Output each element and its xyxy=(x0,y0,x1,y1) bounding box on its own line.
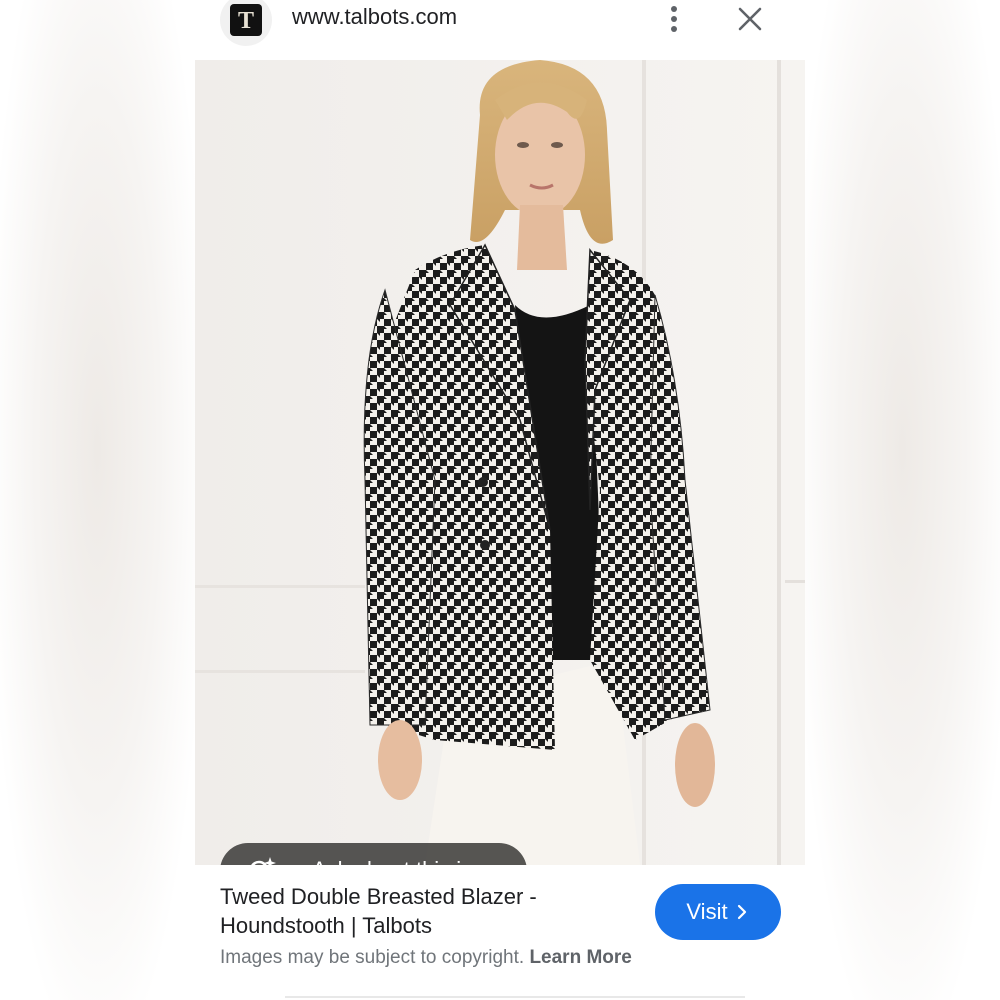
ask-about-image-label: Ask about this image xyxy=(312,857,516,865)
source-domain[interactable]: www.talbots.com xyxy=(292,4,457,30)
result-title-line-2: Houndstooth | Talbots xyxy=(220,913,433,938)
close-button[interactable] xyxy=(735,4,765,34)
lens-sparkle-icon xyxy=(251,857,276,865)
blurred-backdrop-left xyxy=(0,0,195,1000)
learn-more-link[interactable]: Learn More xyxy=(529,947,631,968)
image-viewer-panel: T www.talbots.com Tweed Double Breasted … xyxy=(195,0,805,1000)
result-title[interactable]: Tweed Double Breasted Blazer - Houndstoo… xyxy=(220,882,620,940)
more-vert-icon xyxy=(671,6,677,32)
product-image[interactable]: Ask about this image xyxy=(195,60,805,865)
talbots-logo-icon: T xyxy=(230,4,262,36)
visit-button-label: Visit xyxy=(686,899,728,924)
favicon-letter: T xyxy=(238,8,254,33)
blurred-backdrop-right xyxy=(805,0,1000,1000)
site-favicon[interactable]: T xyxy=(220,0,272,46)
top-bar: T www.talbots.com xyxy=(195,0,805,60)
chevron-right-icon xyxy=(737,904,746,920)
copyright-notice: Images may be subject to copyright. Lear… xyxy=(220,947,632,969)
ask-about-image-button[interactable]: Ask about this image xyxy=(220,843,527,865)
more-options-button[interactable] xyxy=(661,4,687,34)
visit-button[interactable]: Visit xyxy=(655,884,781,940)
close-icon xyxy=(738,7,762,31)
result-title-line-1: Tweed Double Breasted Blazer - xyxy=(220,884,537,909)
copyright-text: Images may be subject to copyright. xyxy=(220,947,525,968)
bottom-divider xyxy=(285,996,745,998)
